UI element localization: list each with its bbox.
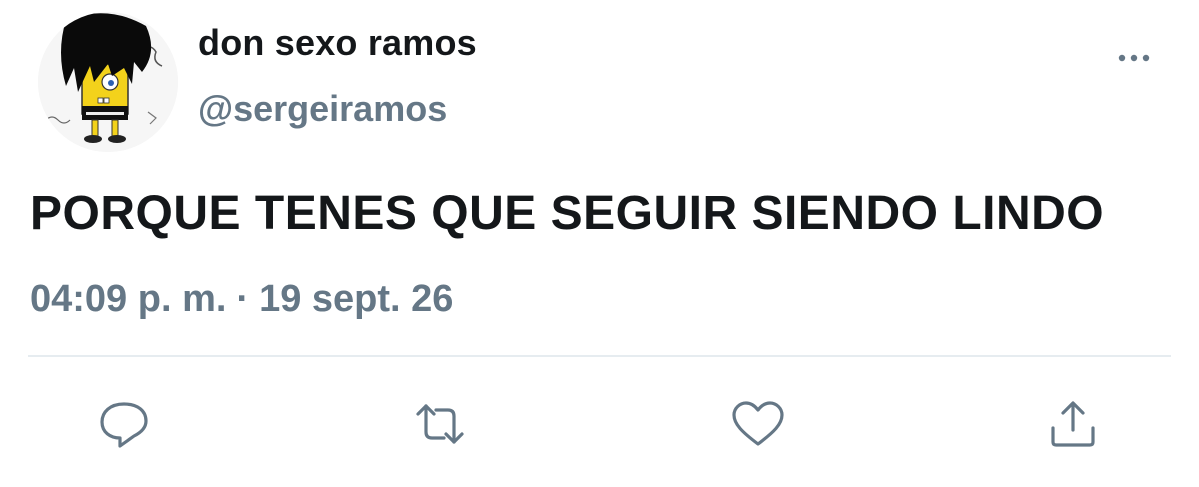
share-button[interactable] xyxy=(1043,396,1103,452)
reply-bubble-icon xyxy=(100,402,148,448)
like-button[interactable] xyxy=(728,396,788,452)
share-upload-icon xyxy=(1051,401,1095,447)
more-options-button[interactable] xyxy=(1112,42,1156,72)
tweet-timestamp[interactable]: 04:09 p. m. · 19 sept. 26 xyxy=(30,278,453,321)
tweet-text: PORQUE TENES QUE SEGUIR SIENDO LINDO xyxy=(30,187,1105,240)
tweet-date: 19 sept. 26 xyxy=(259,278,454,320)
reply-button[interactable] xyxy=(94,396,154,452)
retweet-arrows-icon xyxy=(416,404,464,444)
retweet-button[interactable] xyxy=(410,396,470,452)
display-name[interactable]: don sexo ramos xyxy=(198,22,477,64)
more-dots-icon xyxy=(1118,54,1150,62)
user-handle[interactable]: @sergeiramos xyxy=(198,88,447,130)
tweet-time: 04:09 p. m. xyxy=(30,278,227,320)
divider xyxy=(28,355,1171,357)
avatar[interactable] xyxy=(38,12,178,152)
heart-icon xyxy=(732,401,784,446)
meta-separator: · xyxy=(236,278,250,320)
tweet-card: don sexo ramos @sergeiramos PORQUE TENES… xyxy=(0,0,1199,487)
avatar-image xyxy=(38,12,178,152)
